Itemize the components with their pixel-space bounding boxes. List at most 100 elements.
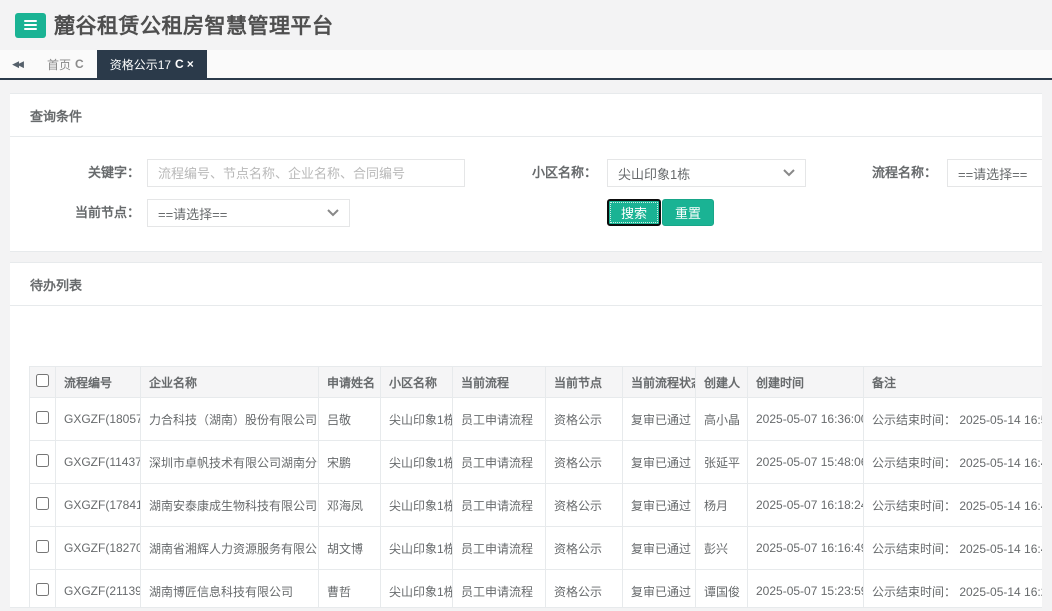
select-all-checkbox[interactable] <box>36 374 49 387</box>
cell-create-time: 2025-05-07 15:48:06 <box>747 440 864 484</box>
process-name-select[interactable]: ==请选择== <box>947 159 1042 187</box>
current-node-select[interactable]: ==请选择== <box>147 199 350 227</box>
cell-applicant-name: 吕敬 <box>318 397 381 441</box>
cell-current-process: 员工申请流程 <box>452 440 546 484</box>
cell-company-name: 湖南安泰康成生物科技有限公司 <box>140 483 319 527</box>
col-header-current-node: 当前节点 <box>545 366 623 398</box>
selected-value: ==请选择== <box>958 166 1028 182</box>
col-header-remark: 备注 <box>863 366 1042 398</box>
community-name-select[interactable]: 尖山印象1栋 <box>607 159 806 187</box>
cell-applicant-name: 宋鹏 <box>318 440 381 484</box>
query-form: 关键字： 小区名称： 尖山印象1栋 流程名称： ==请选择== 当前节点： ==… <box>10 137 1042 251</box>
cell-company-name: 湖南博匠信息科技有限公司 <box>140 569 319 607</box>
col-header-process-status: 当前流程状态 <box>622 366 696 398</box>
col-header-community-name: 小区名称 <box>380 366 453 398</box>
cell-community-name: 尖山印象1栋 <box>380 569 453 607</box>
app-header: 麓谷租赁公租房智慧管理平台 <box>0 0 1052 50</box>
cell-current-node: 资格公示 <box>545 483 623 527</box>
cell-creator: 彭兴 <box>695 526 748 570</box>
cell-creator: 杨月 <box>695 483 748 527</box>
cell-remark: 公示结束时间： 2025-05-14 16:40:47 <box>863 526 1042 570</box>
hamburger-icon <box>24 20 37 22</box>
double-chevron-left-icon: ◀◀ <box>12 58 24 69</box>
row-checkbox[interactable] <box>36 540 49 553</box>
select-all-cell <box>29 366 56 398</box>
cell-current-process: 员工申请流程 <box>452 569 546 607</box>
cell-remark: 公示结束时间： 2025-05-14 16:24:45 <box>863 569 1042 607</box>
row-checkbox[interactable] <box>36 583 49 596</box>
query-panel-title: 查询条件 <box>10 94 1042 137</box>
table-row[interactable]: GXGZF(18057) 力合科技（湖南）股份有限公司 吕敬 尖山印象1栋 员工申请流程… <box>29 397 1042 441</box>
cell-create-time: 2025-05-07 15:23:59 <box>747 569 864 607</box>
table-row[interactable]: GXGZF(21139) 湖南博匠信息科技有限公司 曹哲 尖山印象1栋 员工申请流程 资格… <box>29 569 1042 607</box>
sidebar-toggle-button[interactable] <box>15 12 46 38</box>
row-checkbox[interactable] <box>36 454 49 467</box>
keyword-input[interactable] <box>147 159 465 187</box>
refresh-icon[interactable]: C <box>175 57 184 71</box>
cell-creator: 谭国俊 <box>695 569 748 607</box>
row-select-cell <box>29 569 56 607</box>
refresh-icon[interactable]: C <box>75 57 84 71</box>
todo-panel: 待办列表 流程编号企业名称申请姓名小区名称当前流程当前节点当前流程状态创建人创建… <box>10 262 1042 608</box>
tabs-scroll-left-button[interactable]: ◀◀ <box>0 50 34 78</box>
cell-create-time: 2025-05-07 16:18:24 <box>747 483 864 527</box>
cell-current-process: 员工申请流程 <box>452 397 546 441</box>
row-select-cell <box>29 483 56 527</box>
table-row[interactable]: GXGZF(17841) 湖南安泰康成生物科技有限公司 邓海凤 尖山印象1栋 员工申请流… <box>29 483 1042 527</box>
tab-home[interactable]: 首页 C <box>34 50 97 78</box>
col-header-creator: 创建人 <box>695 366 748 398</box>
cell-remark: 公示结束时间： 2025-05-14 16:52:17 <box>863 397 1042 441</box>
todo-table: 流程编号企业名称申请姓名小区名称当前流程当前节点当前流程状态创建人创建时间备注 … <box>29 366 1042 607</box>
reset-button[interactable]: 重置 <box>662 199 715 226</box>
selected-value: 尖山印象1栋 <box>618 166 691 182</box>
table-row[interactable]: GXGZF(11437)深圳市卓帆技术有限公司湖南分公司宋鹏尖山印象1栋员工申请… <box>29 440 1042 484</box>
tab-bar: ◀◀ 首页 C 资格公示17 C × <box>0 50 1052 80</box>
tab-label: 首页 <box>47 57 72 72</box>
process-name-label: 流程名称： <box>871 165 937 180</box>
col-header-applicant-name: 申请姓名 <box>318 366 381 398</box>
cell-applicant-name: 邓海凤 <box>318 483 381 527</box>
cell-process-status: 复审已通过 <box>622 397 696 441</box>
cell-create-time: 2025-05-07 16:36:00 <box>747 397 864 441</box>
cell-process-no: GXGZF(17841) <box>55 483 141 527</box>
cell-process-no: GXGZF(11437) <box>55 440 141 484</box>
search-button[interactable]: 搜索 <box>607 199 662 226</box>
keyword-label: 关键字： <box>87 165 140 180</box>
cell-current-node: 资格公示 <box>545 526 623 570</box>
col-header-create-time: 创建时间 <box>747 366 864 398</box>
row-select-cell <box>29 397 56 441</box>
row-checkbox[interactable] <box>36 411 49 424</box>
cell-remark: 公示结束时间： 2025-05-14 16:40:55 <box>863 483 1042 527</box>
query-panel: 查询条件 关键字： 小区名称： 尖山印象1栋 流程名称： ==请选择== 当前节… <box>10 93 1042 252</box>
cell-process-status: 复审已通过 <box>622 483 696 527</box>
cell-process-status: 复审已通过 <box>622 440 696 484</box>
hamburger-icon <box>24 24 37 26</box>
cell-company-name: 湖南省湘辉人力资源服务有限公司 <box>140 526 319 570</box>
cell-current-node: 资格公示 <box>545 569 623 607</box>
cell-remark: 公示结束时间： 2025-05-14 16:41:03 <box>863 440 1042 484</box>
table-header-row: 流程编号企业名称申请姓名小区名称当前流程当前节点当前流程状态创建人创建时间备注 <box>29 366 1042 398</box>
cell-process-status: 复审已通过 <box>622 526 696 570</box>
chevron-down-icon <box>783 169 795 177</box>
close-icon[interactable]: × <box>187 57 194 71</box>
hamburger-icon <box>24 28 37 30</box>
cell-process-no: GXGZF(21139) <box>55 569 141 607</box>
cell-process-no: GXGZF(18057) <box>55 397 141 441</box>
row-select-cell <box>29 440 56 484</box>
row-checkbox[interactable] <box>36 497 49 510</box>
col-header-process-no: 流程编号 <box>55 366 141 398</box>
cell-current-node: 资格公示 <box>545 397 623 441</box>
cell-applicant-name: 胡文博 <box>318 526 381 570</box>
tab-qualification-publicity[interactable]: 资格公示17 C × <box>96 50 207 78</box>
cell-creator: 张延平 <box>695 440 748 484</box>
cell-process-status: 复审已通过 <box>622 569 696 607</box>
current-node-label: 当前节点： <box>74 205 140 220</box>
main-content: 查询条件 关键字： 小区名称： 尖山印象1栋 流程名称： ==请选择== 当前节… <box>0 80 1052 608</box>
cell-community-name: 尖山印象1栋 <box>380 526 453 570</box>
community-name-label: 小区名称： <box>531 165 597 180</box>
chevron-down-icon <box>327 209 339 217</box>
table-row[interactable]: GXGZF(18270) 湖南省湘辉人力资源服务有限公司 胡文博 尖山印象1栋 员工申请… <box>29 526 1042 570</box>
cell-current-process: 员工申请流程 <box>452 526 546 570</box>
cell-community-name: 尖山印象1栋 <box>380 397 453 441</box>
row-select-cell <box>29 526 56 570</box>
